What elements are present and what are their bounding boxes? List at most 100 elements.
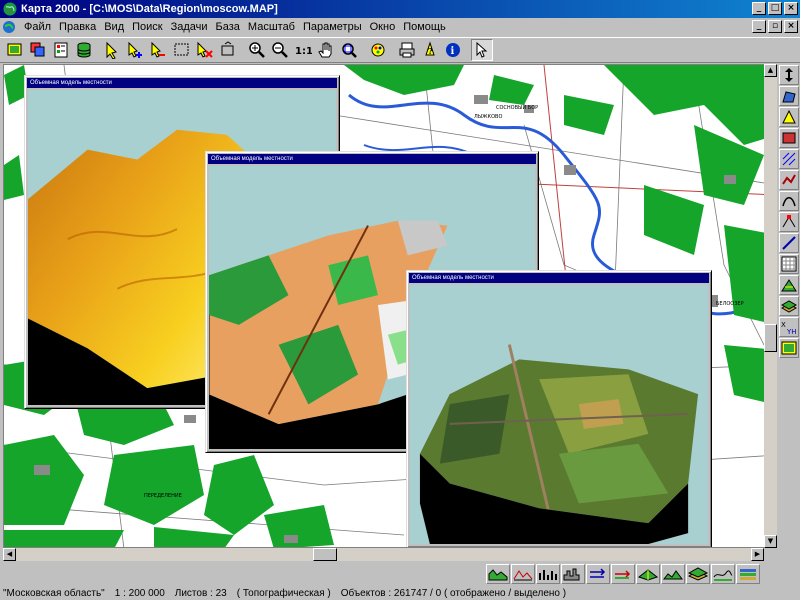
main-toolbar: 1:1 ? i xyxy=(0,37,800,63)
layer-view-icon[interactable] xyxy=(779,338,799,358)
map-label-peredelenie: ПЕРЕДЕЛЕНИЕ xyxy=(144,493,182,499)
flow-arrows-icon[interactable] xyxy=(586,564,610,584)
menu-view[interactable]: Вид xyxy=(100,21,128,33)
move-arrow-icon[interactable] xyxy=(779,65,799,85)
layers-icon[interactable] xyxy=(27,39,49,61)
database-icon[interactable] xyxy=(73,39,95,61)
polygon-tool-icon[interactable] xyxy=(779,86,799,106)
section-arrows-icon[interactable] xyxy=(611,564,635,584)
document-globe-icon[interactable] xyxy=(2,20,16,34)
select-minus-icon[interactable] xyxy=(148,39,170,61)
vertical-scrollbar[interactable]: ▲ ▼ xyxy=(764,64,777,548)
matrix-tool-icon[interactable] xyxy=(779,254,799,274)
terrain-window-caption[interactable]: Объемная модель местности xyxy=(208,154,536,164)
status-sheets: Листов : 23 xyxy=(174,587,227,599)
scroll-right-button[interactable]: ▶ xyxy=(751,548,764,561)
map-label-beloozer: БЕЛООЗЕР xyxy=(716,301,744,307)
terrain-window-caption[interactable]: Объемная модель местности xyxy=(409,273,709,283)
map-label-sosnovy-bor: СОСНОВЫЙ БОР xyxy=(496,104,538,111)
menu-parameters[interactable]: Параметры xyxy=(299,21,366,33)
bars-chart-icon[interactable] xyxy=(536,564,560,584)
satellite-model-view xyxy=(410,285,708,544)
title-bar[interactable]: Карта 2000 - [C:\MOS\Data\Region\moscow.… xyxy=(0,0,800,18)
select-plus-icon[interactable] xyxy=(125,39,147,61)
status-bar: "Московская область" 1 : 200 000 Листов … xyxy=(0,562,800,600)
triangle-tool-icon[interactable] xyxy=(779,107,799,127)
zoom-out-icon[interactable] xyxy=(269,39,291,61)
clear-select-icon[interactable] xyxy=(194,39,216,61)
line-tool-icon[interactable] xyxy=(779,170,799,190)
print-icon[interactable] xyxy=(396,39,418,61)
zoom-1to1-icon[interactable]: 1:1 xyxy=(292,39,314,61)
profile-view-icon[interactable] xyxy=(486,564,510,584)
layer3d-tool-icon[interactable] xyxy=(779,296,799,316)
menu-database[interactable]: База xyxy=(212,21,244,33)
scroll-down-button[interactable]: ▼ xyxy=(764,535,777,548)
move-icon[interactable] xyxy=(217,39,239,61)
satellite-surface xyxy=(410,285,708,544)
close-button[interactable]: × xyxy=(784,2,798,15)
pointer-icon[interactable] xyxy=(471,39,493,61)
object-tool-icon[interactable] xyxy=(779,128,799,148)
horizontal-scrollbar[interactable]: ◀ ▶ xyxy=(3,548,764,561)
terrain-window-satellite[interactable]: Объемная модель местности xyxy=(406,270,712,547)
coords-tool-icon[interactable]: X YH xyxy=(779,317,799,337)
vertical-scroll-thumb[interactable] xyxy=(764,324,777,352)
maximize-button[interactable]: □ xyxy=(768,2,782,15)
svg-text:YH: YH xyxy=(786,328,797,335)
svg-text:X: X xyxy=(781,321,786,329)
map-label-lyzhkovo: ЛЫЖКОВО xyxy=(474,114,502,120)
help-icon[interactable]: i xyxy=(442,39,464,61)
status-scale: 1 : 200 000 xyxy=(114,587,165,599)
status-region: "Московская область" xyxy=(3,587,105,599)
svg-text:i: i xyxy=(451,46,455,57)
app-window: Карта 2000 - [C:\MOS\Data\Region\moscow.… xyxy=(0,0,800,600)
menu-bar: Файл Правка Вид Поиск Задачи База Масшта… xyxy=(0,18,800,36)
node-tool-icon[interactable] xyxy=(779,212,799,232)
info-icon[interactable]: ? xyxy=(419,39,441,61)
select-icon[interactable] xyxy=(102,39,124,61)
colored-layers-icon[interactable] xyxy=(736,564,760,584)
scroll-left-button[interactable]: ◀ xyxy=(3,548,16,561)
paint-icon[interactable] xyxy=(367,39,389,61)
window-title: Карта 2000 - [C:\MOS\Data\Region\moscow.… xyxy=(21,3,278,15)
view-mode-buttons xyxy=(486,564,761,584)
profile-red-icon[interactable] xyxy=(511,564,535,584)
menu-search[interactable]: Поиск xyxy=(128,21,166,33)
globe-app-icon xyxy=(3,2,17,16)
profile-green-icon[interactable] xyxy=(661,564,685,584)
menu-scale[interactable]: Масштаб xyxy=(244,21,299,33)
zoom-all-icon[interactable] xyxy=(338,39,360,61)
svg-text:?: ? xyxy=(428,46,433,56)
curve-tool-icon[interactable] xyxy=(779,191,799,211)
minimize-button[interactable]: _ xyxy=(752,2,766,15)
menu-file[interactable]: Файл xyxy=(20,21,55,33)
histogram-icon[interactable] xyxy=(561,564,585,584)
surface-layers-icon[interactable] xyxy=(686,564,710,584)
doc-restore-button[interactable]: ▫ xyxy=(768,20,782,33)
zoom-in-icon[interactable] xyxy=(246,39,268,61)
legend-icon[interactable] xyxy=(50,39,72,61)
open-map-icon[interactable] xyxy=(4,39,26,61)
hatch-tool-icon[interactable] xyxy=(779,149,799,169)
pan-hand-icon[interactable] xyxy=(315,39,337,61)
terrain-3d-icon[interactable] xyxy=(636,564,660,584)
frame-select-icon[interactable] xyxy=(171,39,193,61)
grid-tool-icon[interactable] xyxy=(779,275,799,295)
menu-window[interactable]: Окно xyxy=(366,21,400,33)
map-view[interactable]: СОСНОВЫЙ БОР ЛЫЖКОВО БЕЛООЗЕР ПЕРЕДЕЛЕНИ… xyxy=(3,64,776,548)
menu-help[interactable]: Помощь xyxy=(399,21,450,33)
svg-text:1:1: 1:1 xyxy=(295,46,312,57)
menu-tasks[interactable]: Задачи xyxy=(167,21,212,33)
table-tool-icon[interactable] xyxy=(779,233,799,253)
terrain-window-caption[interactable]: Объемная модель местности xyxy=(27,78,337,88)
horizontal-scroll-thumb[interactable] xyxy=(313,548,337,561)
status-text: "Московская область" 1 : 200 000 Листов … xyxy=(3,586,576,600)
menu-edit[interactable]: Правка xyxy=(55,21,100,33)
status-objects: Объектов : 261747 / 0 ( отображено / выд… xyxy=(340,587,567,599)
doc-close-button[interactable]: × xyxy=(784,20,798,33)
scroll-up-button[interactable]: ▲ xyxy=(764,64,777,77)
profile-line-icon[interactable] xyxy=(711,564,735,584)
status-map-type: ( Топографическая ) xyxy=(236,587,331,599)
doc-minimize-button[interactable]: _ xyxy=(752,20,766,33)
